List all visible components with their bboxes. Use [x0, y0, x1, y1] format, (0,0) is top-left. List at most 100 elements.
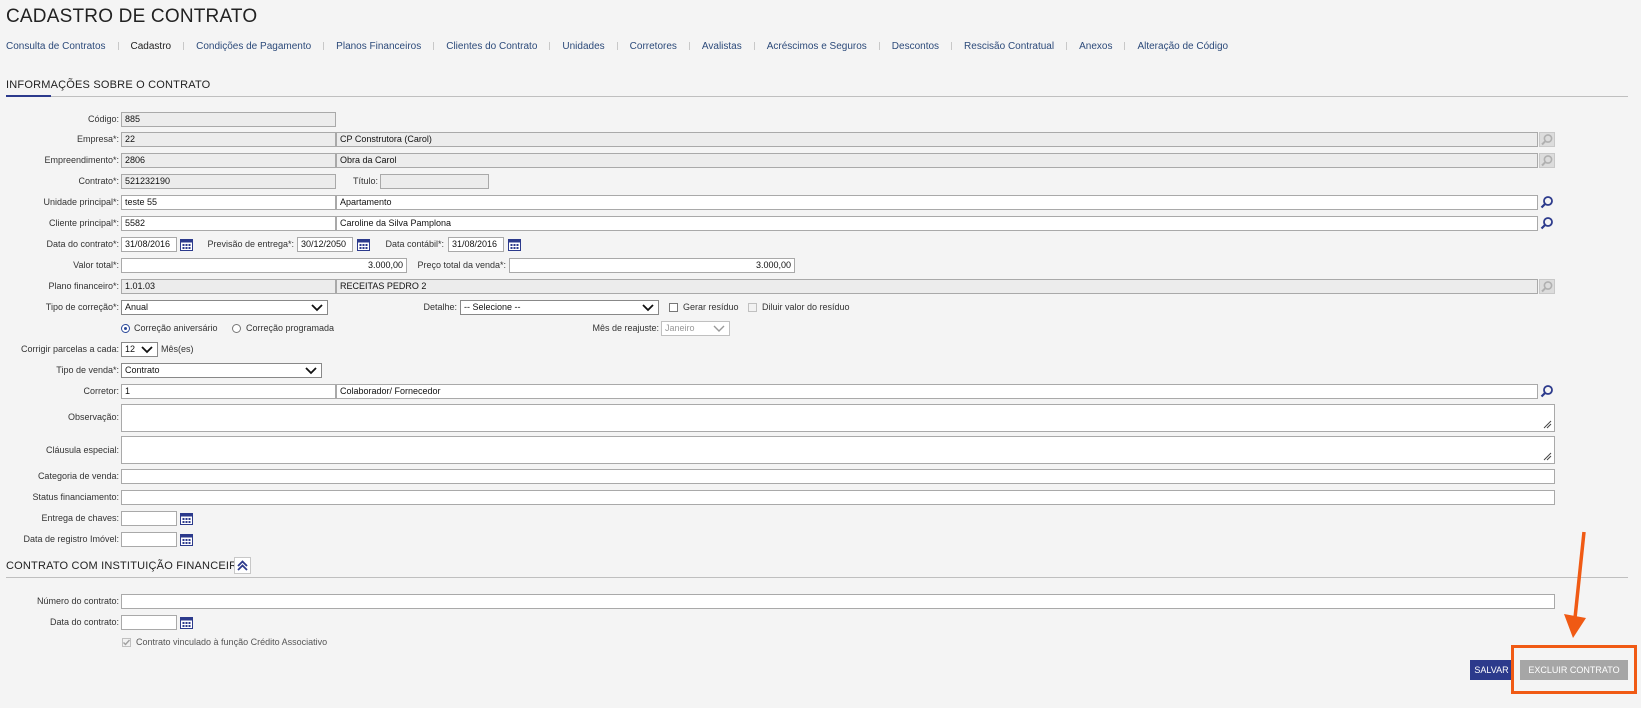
- tipo-correcao-select[interactable]: Anual: [121, 300, 328, 315]
- section-title-info: INFORMAÇÕES SOBRE O CONTRATO: [6, 79, 211, 91]
- correcao-aniversario-label: Correção aniversário: [134, 323, 218, 333]
- tipo-venda-select[interactable]: Contrato: [121, 363, 322, 378]
- calendar-icon[interactable]: [508, 238, 521, 254]
- detalhe-value: -- Selecione --: [464, 302, 521, 312]
- corrigir-parcelas-select[interactable]: 12: [121, 342, 158, 357]
- tab-separator: [616, 42, 618, 50]
- categoria-venda-label: Categoria de venda:: [37, 471, 119, 481]
- plano-financeiro-name-field[interactable]: RECEITAS PEDRO 2: [336, 279, 1538, 294]
- tipo-venda-label: Tipo de venda*:: [56, 365, 119, 375]
- tab-planos-financeiros[interactable]: Planos Financeiros: [336, 41, 421, 52]
- chevron-down-icon: [713, 325, 725, 332]
- cliente-principal-name-field[interactable]: Caroline da Silva Pamplona: [336, 216, 1538, 231]
- unidade-principal-code-field[interactable]: teste 55: [121, 195, 336, 210]
- numero-contrato-field[interactable]: [121, 594, 1555, 609]
- detalhe-select[interactable]: -- Selecione --: [460, 300, 659, 315]
- plano-financeiro-label: Plano financeiro*:: [48, 281, 119, 291]
- mes-reajuste-select[interactable]: Janeiro: [661, 321, 730, 336]
- arrow-down-icon: [1564, 531, 1586, 638]
- calendar-icon[interactable]: [180, 533, 193, 549]
- tab-acrescimos-e-seguros[interactable]: Acréscimos e Seguros: [767, 41, 867, 52]
- observacao-textarea[interactable]: [121, 404, 1555, 432]
- clausula-especial-textarea[interactable]: [121, 436, 1555, 464]
- tab-clientes-do-contrato[interactable]: Clientes do Contrato: [446, 41, 537, 52]
- data-contrato-field[interactable]: 31/08/2016: [121, 237, 177, 252]
- gerar-residuo-checkbox[interactable]: [669, 303, 678, 312]
- valor-total-field[interactable]: 3.000,00: [121, 258, 407, 273]
- entrega-chaves-field[interactable]: [121, 511, 177, 526]
- tab-separator: [878, 42, 880, 50]
- tab-separator: [1066, 42, 1068, 50]
- credito-associativo-checkbox[interactable]: [122, 638, 131, 647]
- codigo-field[interactable]: 885: [121, 112, 336, 127]
- corretor-name-field[interactable]: Colaborador/ Fornecedor: [336, 384, 1538, 399]
- categoria-venda-field[interactable]: [121, 469, 1555, 484]
- tab-separator: [323, 42, 325, 50]
- search-icon[interactable]: [1539, 132, 1555, 147]
- empresa-code-field[interactable]: 22: [121, 132, 336, 147]
- section-accent: [6, 95, 51, 97]
- corretor-code-field[interactable]: 1: [121, 384, 336, 399]
- search-icon[interactable]: [1539, 279, 1555, 294]
- empresa-name-field[interactable]: CP Construtora (Carol): [336, 132, 1538, 147]
- calendar-icon[interactable]: [180, 616, 193, 632]
- empreendimento-label: Empreendimento*:: [44, 155, 119, 165]
- corrigir-parcelas-label: Corrigir parcelas a cada:: [20, 344, 119, 354]
- data-registro-imovel-field[interactable]: [121, 532, 177, 547]
- data-contabil-field[interactable]: 31/08/2016: [448, 237, 504, 252]
- diluir-residuo-label: Diluir valor do resíduo: [762, 302, 850, 312]
- tab-bar: Consulta de Contratos Cadastro Condições d…: [6, 39, 1228, 53]
- cliente-principal-code-field[interactable]: 5582: [121, 216, 336, 231]
- status-financiamento-field[interactable]: [121, 490, 1555, 505]
- preco-total-venda-field[interactable]: 3.000,00: [509, 258, 795, 273]
- tab-avalistas[interactable]: Avalistas: [702, 41, 742, 52]
- credito-associativo-label: Contrato vinculado à função Crédito Asso…: [136, 637, 328, 647]
- calendar-icon[interactable]: [180, 512, 193, 528]
- corrigir-parcelas-value: 12: [125, 344, 136, 354]
- codigo-label: Código:: [87, 114, 119, 124]
- search-icon[interactable]: [1539, 384, 1555, 399]
- correcao-programada-radio[interactable]: [232, 324, 241, 333]
- calendar-icon[interactable]: [180, 238, 193, 254]
- tab-unidades[interactable]: Unidades: [562, 41, 604, 52]
- contrato-label: Contrato*:: [78, 176, 119, 186]
- previsao-entrega-field[interactable]: 30/12/2050: [297, 237, 353, 252]
- correcao-aniversario-radio[interactable]: [121, 324, 130, 333]
- tab-corretores[interactable]: Corretores: [630, 41, 677, 52]
- tab-anexos[interactable]: Anexos: [1079, 41, 1112, 52]
- tab-consulta-de-contratos[interactable]: Consulta de Contratos: [6, 41, 106, 52]
- tab-separator: [1124, 42, 1126, 50]
- plano-financeiro-code-field[interactable]: 1.01.03: [121, 279, 336, 294]
- unidade-principal-name-field[interactable]: Apartamento: [336, 195, 1538, 210]
- tab-cadastro[interactable]: Cadastro: [131, 41, 172, 52]
- diluir-residuo-checkbox[interactable]: [748, 303, 757, 312]
- tab-separator: [688, 42, 690, 50]
- data-contrato-financeira-field[interactable]: [121, 615, 177, 630]
- resize-grip-icon[interactable]: [1543, 452, 1552, 461]
- tab-alteracao-de-codigo[interactable]: Alteração de Código: [1137, 41, 1228, 52]
- save-button[interactable]: SALVAR: [1470, 660, 1513, 680]
- search-icon[interactable]: [1539, 216, 1555, 231]
- highlight-box: [1511, 645, 1637, 694]
- tab-descontos[interactable]: Descontos: [892, 41, 939, 52]
- empreendimento-name-field[interactable]: Obra da Carol: [336, 153, 1538, 168]
- search-icon[interactable]: [1539, 153, 1555, 168]
- tab-rescisao-contratual[interactable]: Rescisão Contratual: [964, 41, 1054, 52]
- calendar-icon[interactable]: [357, 238, 370, 254]
- collapse-up-icon[interactable]: [234, 557, 251, 574]
- empreendimento-code-field[interactable]: 2806: [121, 153, 336, 168]
- contrato-field[interactable]: 521232190: [121, 174, 336, 189]
- corrigir-parcelas-unit: Mês(es): [161, 344, 194, 354]
- empresa-label: Empresa*:: [76, 134, 119, 144]
- resize-grip-icon[interactable]: [1543, 420, 1552, 429]
- data-contabil-label: Data contábil*:: [385, 239, 444, 249]
- entrega-chaves-label: Entrega de chaves:: [41, 513, 119, 523]
- clausula-especial-label: Cláusula especial:: [45, 445, 119, 455]
- tab-condicoes-de-pagamento[interactable]: Condições de Pagamento: [196, 41, 311, 52]
- valor-total-label: Valor total*:: [73, 260, 119, 270]
- unidade-principal-label: Unidade principal*:: [43, 197, 119, 207]
- section-divider: [6, 96, 1628, 97]
- search-icon[interactable]: [1539, 195, 1555, 210]
- titulo-field[interactable]: [380, 174, 489, 189]
- cliente-principal-label: Cliente principal*:: [48, 218, 119, 228]
